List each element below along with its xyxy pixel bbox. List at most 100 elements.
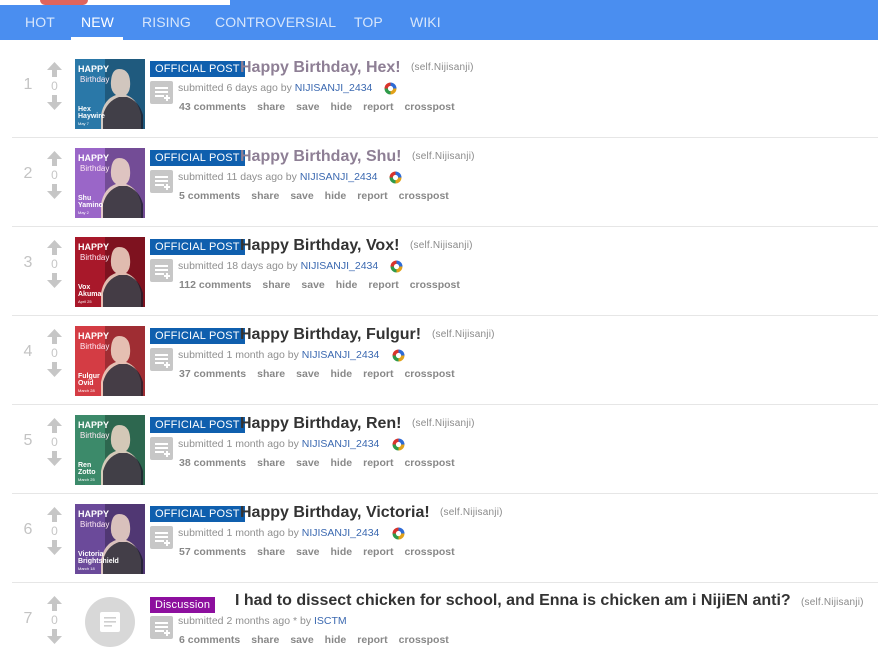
report-button[interactable]: report xyxy=(363,457,393,469)
share-button[interactable]: share xyxy=(257,546,285,558)
crosspost-button[interactable]: crosspost xyxy=(399,190,449,202)
tab-controversial[interactable]: CONTROVERSIAL xyxy=(215,13,336,31)
upvote-button[interactable] xyxy=(46,150,63,167)
post-title-link[interactable]: I had to dissect chicken for school, and… xyxy=(235,592,791,610)
report-button[interactable]: report xyxy=(363,368,393,380)
default-self-thumbnail[interactable] xyxy=(85,597,135,647)
comments-link[interactable]: 43 comments xyxy=(179,101,246,113)
expando-button[interactable] xyxy=(150,616,173,639)
downvote-button[interactable] xyxy=(46,361,63,378)
save-button[interactable]: save xyxy=(296,101,319,113)
expando-button[interactable] xyxy=(150,259,173,282)
thumbnail-text-date: March 28 xyxy=(78,388,95,393)
comments-link[interactable]: 6 comments xyxy=(179,634,240,646)
comments-link[interactable]: 5 comments xyxy=(179,190,240,202)
share-button[interactable]: share xyxy=(257,457,285,469)
expando-button[interactable] xyxy=(150,348,173,371)
vote-controls: 0 xyxy=(46,61,63,121)
save-button[interactable]: save xyxy=(296,368,319,380)
post-title-link[interactable]: Happy Birthday, Hex! xyxy=(240,59,401,77)
post-author-link[interactable]: NIJISANJI_2434 xyxy=(302,527,380,539)
save-button[interactable]: save xyxy=(296,457,319,469)
upvote-button[interactable] xyxy=(46,595,63,612)
save-button[interactable]: save xyxy=(301,279,324,291)
post-author-link[interactable]: NIJISANJI_2434 xyxy=(302,349,380,361)
expando-button[interactable] xyxy=(150,170,173,193)
post-domain[interactable]: (self.Nijisanji) xyxy=(801,597,864,608)
post-author-link[interactable]: ISCTM xyxy=(314,615,347,627)
crosspost-button[interactable]: crosspost xyxy=(410,279,460,291)
post-domain[interactable]: (self.Nijisanji) xyxy=(411,62,474,73)
upvote-button[interactable] xyxy=(46,328,63,345)
crosspost-button[interactable]: crosspost xyxy=(404,101,454,113)
save-button[interactable]: save xyxy=(290,634,313,646)
post-title-link[interactable]: Happy Birthday, Ren! xyxy=(240,415,402,433)
comments-link[interactable]: 112 comments xyxy=(179,279,251,291)
post-title-link[interactable]: Happy Birthday, Victoria! xyxy=(240,504,430,522)
post-author-link[interactable]: NIJISANJI_2434 xyxy=(302,438,380,450)
tab-rising[interactable]: RISING xyxy=(142,13,191,31)
post-title-link[interactable]: Happy Birthday, Vox! xyxy=(240,237,399,255)
share-button[interactable]: share xyxy=(251,634,279,646)
downvote-button[interactable] xyxy=(46,450,63,467)
post-thumbnail[interactable]: HAPPY Birthday Vox Akuma April 25 xyxy=(75,237,145,307)
hide-button[interactable]: hide xyxy=(331,546,353,558)
share-button[interactable]: share xyxy=(262,279,290,291)
save-button[interactable]: save xyxy=(290,190,313,202)
hide-button[interactable]: hide xyxy=(331,101,353,113)
comments-link[interactable]: 38 comments xyxy=(179,457,246,469)
share-button[interactable]: share xyxy=(257,368,285,380)
post-domain[interactable]: (self.Nijisanji) xyxy=(412,151,475,162)
downvote-button[interactable] xyxy=(46,183,63,200)
post-author-link[interactable]: NIJISANJI_2434 xyxy=(301,260,379,272)
save-button[interactable]: save xyxy=(296,546,319,558)
upvote-button[interactable] xyxy=(46,61,63,78)
upvote-button[interactable] xyxy=(46,417,63,434)
share-button[interactable]: share xyxy=(257,101,285,113)
report-button[interactable]: report xyxy=(357,634,387,646)
hide-button[interactable]: hide xyxy=(331,457,353,469)
hide-button[interactable]: hide xyxy=(325,634,347,646)
post-title-link[interactable]: Happy Birthday, Fulgur! xyxy=(240,326,421,344)
downvote-button[interactable] xyxy=(46,272,63,289)
hide-button[interactable]: hide xyxy=(336,279,358,291)
post-domain[interactable]: (self.Nijisanji) xyxy=(440,507,503,518)
share-button[interactable]: share xyxy=(251,190,279,202)
post-author-link[interactable]: NIJISANJI_2434 xyxy=(295,82,373,94)
post-author-link[interactable]: NIJISANJI_2434 xyxy=(300,171,378,183)
post-thumbnail[interactable]: HAPPY Birthday Ren Zotto March 25 xyxy=(75,415,145,485)
post-thumbnail[interactable]: HAPPY Birthday Shu Yamino May 2 xyxy=(75,148,145,218)
tab-wiki[interactable]: WIKI xyxy=(410,13,441,31)
expando-button[interactable] xyxy=(150,437,173,460)
upvote-button[interactable] xyxy=(46,506,63,523)
hide-button[interactable]: hide xyxy=(331,368,353,380)
crosspost-button[interactable]: crosspost xyxy=(404,546,454,558)
tab-top[interactable]: TOP xyxy=(354,13,383,31)
downvote-button[interactable] xyxy=(46,539,63,556)
vote-controls: 0 xyxy=(46,239,63,299)
post-title-link[interactable]: Happy Birthday, Shu! xyxy=(240,148,402,166)
report-button[interactable]: report xyxy=(368,279,398,291)
crosspost-button[interactable]: crosspost xyxy=(404,457,454,469)
post-thumbnail[interactable]: HAPPY Birthday Fulgur Ovid March 28 xyxy=(75,326,145,396)
upvote-button[interactable] xyxy=(46,239,63,256)
downvote-button[interactable] xyxy=(46,628,63,645)
tab-hot[interactable]: HOT xyxy=(25,13,55,31)
comments-link[interactable]: 57 comments xyxy=(179,546,246,558)
report-button[interactable]: report xyxy=(363,101,393,113)
downvote-button[interactable] xyxy=(46,94,63,111)
expando-button[interactable] xyxy=(150,81,173,104)
post-domain[interactable]: (self.Nijisanji) xyxy=(432,329,495,340)
post-thumbnail[interactable]: HAPPY Birthday Hex Haywire May 7 xyxy=(75,59,145,129)
expando-button[interactable] xyxy=(150,526,173,549)
comments-link[interactable]: 37 comments xyxy=(179,368,246,380)
post-domain[interactable]: (self.Nijisanji) xyxy=(412,418,475,429)
post-thumbnail[interactable]: HAPPY Birthday Victoria Brightshield March 1… xyxy=(75,504,145,574)
tab-new[interactable]: NEW xyxy=(81,13,114,31)
hide-button[interactable]: hide xyxy=(325,190,347,202)
report-button[interactable]: report xyxy=(357,190,387,202)
crosspost-button[interactable]: crosspost xyxy=(404,368,454,380)
crosspost-button[interactable]: crosspost xyxy=(399,634,449,646)
post-domain[interactable]: (self.Nijisanji) xyxy=(410,240,473,251)
report-button[interactable]: report xyxy=(363,546,393,558)
